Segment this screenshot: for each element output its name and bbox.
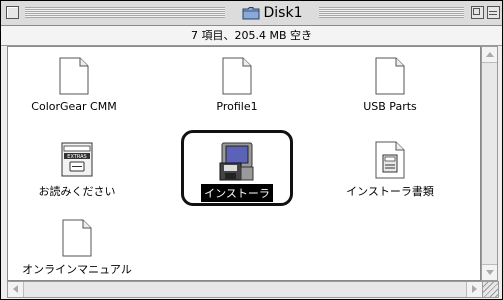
- file-label: オンラインマニュアル: [22, 263, 132, 276]
- finder-window: Disk1 7 項目、205.4 MB 空き ColorGear CMM Pro…: [0, 0, 503, 300]
- file-label: ColorGear CMM: [31, 100, 117, 113]
- file-item-usb-parts[interactable]: USB Parts: [320, 57, 460, 114]
- file-item-online-manual[interactable]: オンラインマニュアル: [8, 219, 147, 278]
- file-label: Profile1: [216, 100, 258, 113]
- document-icon: [375, 57, 405, 95]
- horizontal-scrollbar[interactable]: [7, 281, 483, 298]
- scroll-down-arrow-icon[interactable]: [482, 264, 497, 280]
- resize-grip-icon[interactable]: [482, 281, 499, 298]
- file-item-installer-document[interactable]: インストーラ書類: [320, 141, 460, 200]
- document-icon: [62, 219, 92, 257]
- installer-document-icon: [375, 141, 405, 179]
- document-icon: [222, 57, 252, 95]
- selection-highlight-frame: [181, 130, 293, 206]
- title-bar-stripes-left: [25, 7, 225, 18]
- vertical-scrollbar[interactable]: [481, 46, 498, 281]
- readme-icon: EXTRAS: [61, 142, 93, 177]
- file-label: USB Parts: [363, 100, 417, 113]
- file-label: インストーラ書類: [346, 185, 434, 198]
- collapse-box-button[interactable]: [487, 6, 500, 19]
- close-box-button[interactable]: [6, 6, 19, 19]
- info-bar: 7 項目、205.4 MB 空き: [1, 26, 502, 46]
- icon-view[interactable]: ColorGear CMM Profile1 USB Parts EXTRAS: [7, 46, 481, 281]
- zoom-box-button[interactable]: [471, 6, 484, 19]
- file-label: お読みください: [38, 185, 116, 198]
- title-bar-stripes-right: [319, 7, 464, 18]
- scroll-left-arrow-icon[interactable]: [8, 282, 24, 297]
- folder-icon: [242, 7, 259, 20]
- document-icon: [59, 57, 89, 95]
- title-bar[interactable]: Disk1: [1, 1, 502, 26]
- scroll-right-arrow-icon[interactable]: [466, 282, 482, 297]
- window-title-text: Disk1: [263, 5, 303, 21]
- readme-icon-text: EXTRAS: [67, 154, 86, 160]
- file-item-profile1[interactable]: Profile1: [167, 57, 307, 114]
- file-item-readme[interactable]: EXTRAS お読みください: [8, 141, 147, 200]
- file-item-colorgear-cmm[interactable]: ColorGear CMM: [8, 57, 144, 114]
- items-and-free-space: 7 項目、205.4 MB 空き: [190, 29, 313, 42]
- scroll-up-arrow-icon[interactable]: [482, 47, 497, 63]
- window-title: Disk1: [225, 4, 319, 22]
